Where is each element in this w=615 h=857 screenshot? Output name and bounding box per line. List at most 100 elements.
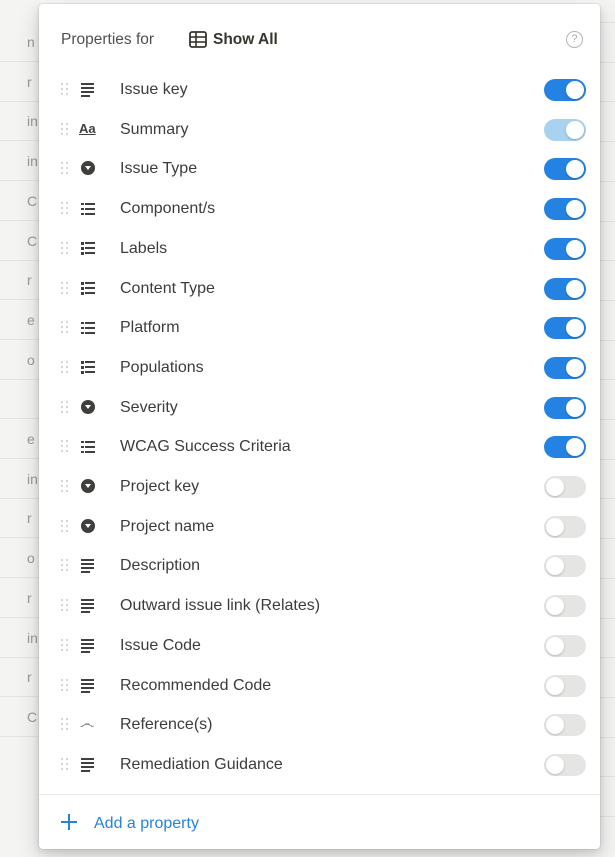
drag-handle-icon[interactable] xyxy=(61,82,71,96)
visibility-toggle[interactable] xyxy=(544,198,586,221)
property-label: Issue Type xyxy=(120,160,198,178)
drag-handle-icon[interactable] xyxy=(61,122,71,136)
background-cell-text: r xyxy=(27,272,32,289)
visibility-toggle[interactable] xyxy=(544,158,586,181)
property-row[interactable]: Issue key xyxy=(39,70,600,109)
visibility-toggle[interactable] xyxy=(544,674,586,697)
property-row[interactable]: Populations xyxy=(39,348,600,387)
multi-select-icon xyxy=(80,280,96,296)
drag-handle-icon[interactable] xyxy=(61,281,71,295)
toggle-knob xyxy=(546,517,564,536)
toggle-knob xyxy=(546,716,564,735)
popup-header: Properties for Show All ? xyxy=(39,4,600,76)
visibility-toggle[interactable] xyxy=(544,317,586,340)
property-row[interactable]: Platform xyxy=(39,308,600,347)
property-row[interactable]: Outward issue link (Relates) xyxy=(39,586,600,625)
visibility-toggle[interactable] xyxy=(544,277,586,300)
property-row[interactable]: Component/s xyxy=(39,189,600,228)
background-table-cell: C xyxy=(0,221,40,261)
drag-handle-icon[interactable] xyxy=(61,558,71,572)
drag-handle-icon[interactable] xyxy=(61,161,71,175)
visibility-toggle[interactable] xyxy=(544,436,586,459)
drag-handle-icon[interactable] xyxy=(61,241,71,255)
property-row[interactable]: Remediation Guidance xyxy=(39,745,600,784)
background-cell-text: o xyxy=(27,550,35,567)
add-property-label: Add a property xyxy=(94,815,199,832)
property-row[interactable]: Project key xyxy=(39,467,600,506)
property-row[interactable]: Project name xyxy=(39,507,600,546)
visibility-toggle[interactable] xyxy=(544,237,586,260)
property-row[interactable]: WCAG Success Criteria xyxy=(39,427,600,466)
property-row[interactable]: ෴ Reference(s) xyxy=(39,705,600,744)
background-row-line xyxy=(600,101,615,103)
toggle-knob xyxy=(566,319,584,338)
background-cell-text: in xyxy=(27,470,38,487)
background-table-column: n r in in C Cr e o e in r o r in r C xyxy=(0,0,40,857)
background-row-line xyxy=(600,776,615,778)
property-label: Project name xyxy=(120,517,215,535)
visibility-toggle[interactable] xyxy=(544,476,586,498)
help-icon[interactable]: ? xyxy=(566,31,583,48)
text-lines-icon xyxy=(80,637,96,653)
visibility-toggle[interactable] xyxy=(544,555,586,578)
visibility-toggle[interactable] xyxy=(544,595,586,618)
toggle-knob xyxy=(546,636,564,655)
property-label: Outward issue link (Relates) xyxy=(120,597,321,615)
property-label: Recommended Code xyxy=(120,676,272,694)
text-lines-icon xyxy=(80,756,96,772)
background-table-cell: o xyxy=(0,538,40,579)
visibility-toggle[interactable] xyxy=(544,79,586,101)
background-cell-text: in xyxy=(27,629,38,646)
visibility-toggle[interactable] xyxy=(544,714,586,737)
property-row[interactable]: Recommended Code xyxy=(39,666,600,705)
background-cell-text: o xyxy=(27,351,35,368)
visibility-toggle[interactable] xyxy=(544,634,586,657)
visibility-toggle[interactable] xyxy=(544,515,586,538)
multi-select-icon xyxy=(80,359,96,375)
property-row[interactable]: Severity xyxy=(39,388,600,427)
drag-handle-icon[interactable] xyxy=(61,439,71,453)
drag-handle-icon[interactable] xyxy=(61,400,71,414)
toggle-knob xyxy=(546,755,564,774)
drag-handle-icon[interactable] xyxy=(61,638,71,652)
drag-handle-icon[interactable] xyxy=(61,479,71,493)
background-row-line xyxy=(600,577,615,579)
property-row[interactable]: Labels xyxy=(39,229,600,268)
drag-handle-icon[interactable] xyxy=(61,320,71,334)
background-table-cell: in xyxy=(0,101,40,142)
background-row-line xyxy=(600,816,615,817)
drag-handle-icon[interactable] xyxy=(61,678,71,692)
background-row-line xyxy=(600,498,615,500)
drag-handle-icon[interactable] xyxy=(61,360,71,374)
property-row[interactable]: Description xyxy=(39,546,600,585)
drag-handle-icon[interactable] xyxy=(61,201,71,215)
visibility-toggle[interactable] xyxy=(544,396,586,419)
drag-handle-icon[interactable] xyxy=(61,598,71,612)
select-icon xyxy=(81,399,95,414)
background-table-cell: C xyxy=(0,181,40,221)
relation-icon: ෴ xyxy=(80,715,95,733)
property-label: Content Type xyxy=(120,279,215,297)
property-row[interactable]: Issue Code xyxy=(39,626,600,665)
visibility-toggle[interactable] xyxy=(544,356,586,379)
background-row-line xyxy=(600,617,615,619)
plus-icon xyxy=(61,814,77,830)
property-row[interactable]: Aa Summary xyxy=(39,110,600,149)
visibility-toggle xyxy=(544,118,586,141)
drag-handle-icon[interactable] xyxy=(61,717,71,731)
drag-handle-icon[interactable] xyxy=(61,519,71,533)
property-row[interactable]: Issue Type xyxy=(39,149,600,188)
background-table-cell: in xyxy=(0,618,40,658)
drag-handle-icon[interactable] xyxy=(61,757,71,771)
property-row[interactable]: Content Type xyxy=(39,269,600,308)
background-cell-text: C xyxy=(27,232,38,249)
view-name-button[interactable]: Show All xyxy=(213,31,278,49)
background-table-cell: in xyxy=(0,459,40,499)
visibility-toggle[interactable] xyxy=(544,753,586,776)
background-row-line xyxy=(600,220,615,222)
add-property-button[interactable]: Add a property xyxy=(39,805,600,843)
background-row-line xyxy=(600,696,615,698)
toggle-knob xyxy=(546,557,564,576)
background-row-line xyxy=(600,458,615,460)
background-table-cell: r xyxy=(0,62,40,102)
